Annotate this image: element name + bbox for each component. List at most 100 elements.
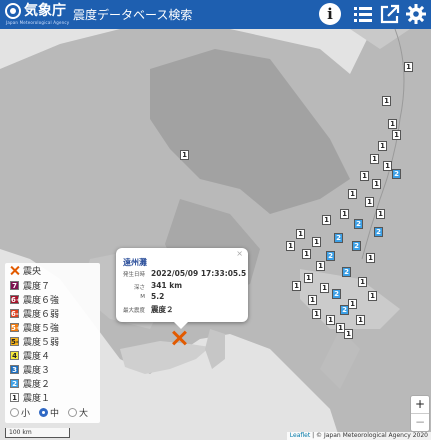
intensity-marker[interactable]: 1 bbox=[180, 150, 189, 160]
legend-item: 6+ 震度６強 bbox=[10, 293, 59, 306]
intensity-marker[interactable]: 1 bbox=[382, 96, 391, 106]
size-radio-large[interactable] bbox=[68, 408, 78, 417]
legend-label: 震度７ bbox=[23, 281, 51, 292]
size-radio-small[interactable] bbox=[10, 408, 19, 417]
intensity-marker-label: 2 bbox=[376, 228, 381, 236]
intensity-marker[interactable]: 1 bbox=[388, 119, 397, 129]
intensity-marker[interactable]: 2 bbox=[326, 251, 335, 261]
intensity-marker-label: 1 bbox=[372, 155, 377, 163]
intensity-marker-label: 1 bbox=[368, 254, 373, 262]
scale-bar: 100 km bbox=[5, 428, 70, 438]
intensity-marker[interactable]: 1 bbox=[340, 209, 349, 219]
size-radio-medium[interactable] bbox=[39, 408, 49, 417]
intensity-marker-label: 1 bbox=[298, 230, 303, 238]
legend-item: 7 震度７ bbox=[10, 279, 51, 292]
intensity-marker[interactable]: 1 bbox=[320, 283, 329, 293]
list-button[interactable] bbox=[352, 3, 374, 25]
zoom-in-button[interactable]: + bbox=[411, 396, 429, 413]
intensity-marker[interactable]: 1 bbox=[356, 315, 365, 325]
intensity-marker[interactable]: 1 bbox=[376, 209, 385, 219]
intensity-marker-label: 1 bbox=[314, 238, 319, 246]
intensity-marker[interactable]: 1 bbox=[302, 249, 311, 259]
intensity-marker[interactable]: 2 bbox=[340, 305, 349, 315]
intensity-marker[interactable]: 1 bbox=[368, 291, 377, 301]
intensity-marker[interactable]: 1 bbox=[312, 309, 321, 319]
intensity-marker[interactable]: 2 bbox=[342, 267, 351, 277]
info-button[interactable]: i bbox=[319, 3, 341, 25]
zoom-control: + − bbox=[410, 395, 430, 432]
earthquake-popup: × 遠州灘 発生日時 2022/05/09 17:33:05.5 深さ 341 … bbox=[116, 248, 248, 329]
legend-label: 震度４ bbox=[23, 351, 51, 362]
external-link-button[interactable] bbox=[379, 3, 401, 25]
legend-epicenter-label: 震央 bbox=[23, 266, 42, 277]
settings-button[interactable] bbox=[405, 3, 427, 25]
intensity-marker[interactable]: 1 bbox=[404, 62, 413, 72]
intensity-legend: 震央 7 震度７ 6+ 震度６強 6- 震度６弱 5+ 震度５強 5- 震度５弱 4 震度４… bbox=[5, 263, 100, 423]
intensity-marker[interactable]: 1 bbox=[316, 261, 325, 271]
intensity-marker-label: 1 bbox=[374, 180, 379, 188]
intensity-marker[interactable]: 1 bbox=[372, 179, 381, 189]
intensity-marker[interactable]: 1 bbox=[286, 241, 295, 251]
legend-label: 震度６弱 bbox=[23, 309, 60, 320]
legend-epicenter: 震央 bbox=[10, 264, 42, 277]
intensity-marker[interactable]: 1 bbox=[304, 273, 313, 283]
agency-english-name: Japan Meteorological Agency bbox=[6, 20, 70, 25]
intensity-marker-label: 1 bbox=[182, 151, 187, 159]
jma-logo[interactable]: 気象庁 bbox=[5, 3, 66, 19]
intensity-marker-label: 2 bbox=[356, 220, 361, 228]
popup-value-magnitude: 5.2 bbox=[151, 292, 165, 301]
epicenter-marker[interactable] bbox=[172, 331, 186, 345]
intensity-marker-label: 1 bbox=[384, 97, 389, 105]
intensity-marker[interactable]: 1 bbox=[392, 130, 401, 140]
intensity-marker[interactable]: 1 bbox=[370, 154, 379, 164]
list-icon bbox=[354, 7, 372, 22]
intensity-marker[interactable]: 1 bbox=[326, 315, 335, 325]
intensity-marker[interactable]: 1 bbox=[296, 229, 305, 239]
intensity-marker-label: 1 bbox=[294, 282, 299, 290]
intensity-marker[interactable]: 1 bbox=[366, 253, 375, 263]
popup-value-datetime: 2022/05/09 17:33:05.5 bbox=[151, 269, 247, 278]
intensity-marker[interactable]: 1 bbox=[378, 141, 387, 151]
popup-label-magnitude: M bbox=[140, 294, 145, 300]
legend-swatch: 6- bbox=[10, 308, 19, 318]
intensity-marker-label: 1 bbox=[367, 198, 372, 206]
size-label-large: 大 bbox=[79, 409, 89, 419]
intensity-marker-label: 1 bbox=[350, 300, 355, 308]
legend-swatch: 7 bbox=[10, 280, 19, 290]
intensity-marker[interactable]: 1 bbox=[308, 295, 317, 305]
intensity-marker[interactable]: 2 bbox=[392, 169, 401, 179]
intensity-marker[interactable]: 2 bbox=[354, 219, 363, 229]
intensity-marker[interactable]: 1 bbox=[365, 197, 374, 207]
legend-item: 2 震度２ bbox=[10, 377, 50, 390]
jma-logo-icon bbox=[5, 3, 21, 19]
intensity-marker-label: 1 bbox=[322, 284, 327, 292]
intensity-marker[interactable]: 1 bbox=[344, 329, 353, 339]
zoom-out-button[interactable]: − bbox=[411, 413, 429, 431]
intensity-marker-label: 1 bbox=[394, 131, 399, 139]
intensity-marker[interactable]: 2 bbox=[334, 233, 343, 243]
intensity-marker[interactable]: 1 bbox=[348, 189, 357, 199]
intensity-marker-label: 1 bbox=[314, 310, 319, 318]
intensity-marker[interactable]: 2 bbox=[374, 227, 383, 237]
intensity-marker[interactable]: 1 bbox=[358, 277, 367, 287]
intensity-marker[interactable]: 1 bbox=[292, 281, 301, 291]
intensity-marker[interactable]: 1 bbox=[312, 237, 321, 247]
attribution-text: | © Japan Meteorological Agency 2020 bbox=[310, 432, 428, 439]
map-attribution: Leaflet | © Japan Meteorological Agency … bbox=[286, 432, 431, 440]
popup-close-button[interactable]: × bbox=[236, 249, 243, 258]
intensity-marker[interactable]: 1 bbox=[360, 171, 369, 181]
intensity-marker-label: 1 bbox=[310, 296, 315, 304]
intensity-marker[interactable]: 1 bbox=[348, 299, 357, 309]
info-icon: i bbox=[327, 5, 333, 23]
legend-item: 5- 震度５弱 bbox=[10, 335, 59, 348]
intensity-marker[interactable]: 1 bbox=[322, 215, 331, 225]
popup-value-max-intensity: 震度２ bbox=[151, 305, 174, 314]
intensity-marker[interactable]: 2 bbox=[332, 289, 341, 299]
intensity-marker-label: 1 bbox=[328, 316, 333, 324]
legend-swatch: 6+ bbox=[10, 294, 22, 304]
intensity-marker[interactable]: 1 bbox=[383, 161, 392, 171]
intensity-marker-label: 2 bbox=[344, 268, 349, 276]
intensity-marker-label: 1 bbox=[360, 278, 365, 286]
leaflet-link[interactable]: Leaflet bbox=[290, 432, 310, 439]
intensity-marker[interactable]: 2 bbox=[352, 241, 361, 251]
